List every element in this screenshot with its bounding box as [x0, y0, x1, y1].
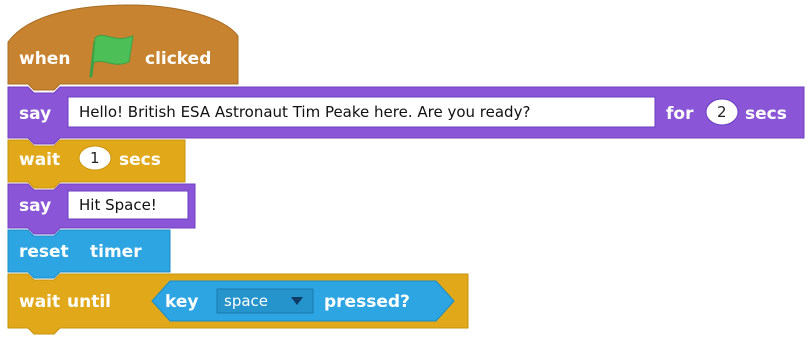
clicked-label: clicked	[145, 49, 211, 69]
say-label: say	[19, 104, 51, 124]
say2-message-text: Hit Space!	[79, 196, 157, 214]
reset-label: reset	[19, 242, 69, 262]
wait-secs-label: secs	[119, 150, 161, 170]
script-stack: when clicked say Hello! British ESA Astr…	[7, 4, 805, 335]
wait-until-block[interactable]: wait until key space pressed?	[7, 273, 469, 335]
wait-label: wait	[19, 150, 60, 170]
wait-secs-block[interactable]: wait 1 secs	[7, 139, 186, 189]
reset-timer-block[interactable]: reset timer	[7, 229, 171, 279]
until-label: until	[67, 292, 111, 312]
key-pressed-boolean[interactable]: key space pressed?	[151, 280, 455, 322]
wait-seconds-value: 1	[90, 149, 100, 167]
for-label: for	[666, 104, 694, 124]
say2-label: say	[19, 196, 51, 216]
say-for-secs-block[interactable]: say Hello! British ESA Astronaut Tim Pea…	[7, 86, 805, 145]
wait-until-wait-label: wait	[19, 292, 60, 312]
say-message-text: Hello! British ESA Astronaut Tim Peake h…	[79, 103, 530, 121]
key-dropdown-value: space	[224, 292, 268, 310]
when-flag-clicked-block[interactable]: when clicked	[7, 4, 239, 91]
pressed-label: pressed?	[324, 292, 410, 312]
timer-label: timer	[90, 242, 142, 262]
seconds-value: 2	[717, 103, 727, 121]
when-label: when	[19, 49, 70, 69]
key-label: key	[165, 292, 198, 312]
key-dropdown[interactable]: space	[216, 288, 314, 314]
say-block[interactable]: say Hit Space!	[7, 183, 196, 235]
secs-label: secs	[745, 104, 787, 124]
